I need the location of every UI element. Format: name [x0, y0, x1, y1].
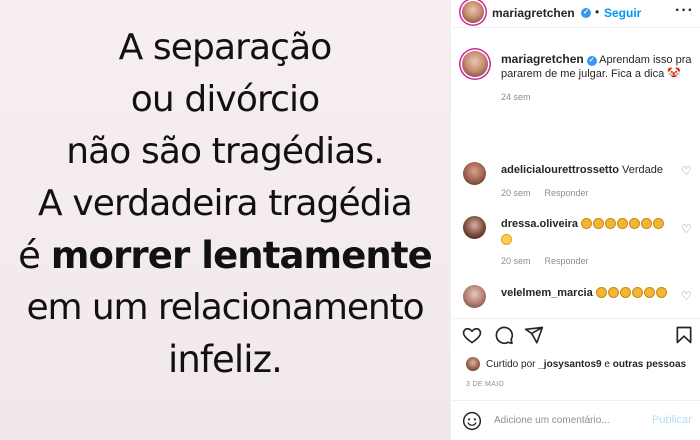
comment-like-icon[interactable]: ♡: [681, 222, 692, 236]
post-side-panel: mariagretchen ✓ • Seguir ··· mariagretch…: [452, 0, 700, 440]
comment-time[interactable]: 20 sem: [501, 188, 531, 198]
liker-avatar[interactable]: [466, 357, 480, 371]
post-date[interactable]: 3 DE MAIO: [466, 381, 504, 388]
comment-time[interactable]: 20 sem: [501, 256, 531, 266]
likes-others-link[interactable]: outras pessoas: [613, 359, 686, 370]
post-header: mariagretchen ✓ • Seguir ···: [452, 0, 700, 28]
quote-emphasis: morrer lentamente: [50, 234, 433, 277]
bookmark-icon[interactable]: [674, 325, 694, 345]
author-username[interactable]: mariagretchen: [492, 6, 575, 20]
comment-input[interactable]: [494, 411, 644, 429]
more-options-button[interactable]: ···: [675, 2, 694, 20]
reply-button[interactable]: Responder: [545, 188, 589, 198]
emoji-icon[interactable]: [462, 411, 482, 431]
smile-emoji: [501, 234, 512, 245]
commenter-avatar[interactable]: [463, 162, 486, 185]
comment-text: Verdade: [622, 164, 664, 176]
clap-emojis: [581, 218, 665, 230]
caption-time[interactable]: 24 sem: [501, 92, 531, 102]
comment-line: velelmem_marcia: [501, 287, 668, 299]
caption-body: mariagretchen ✓ Aprendam isso pra pararem…: [501, 52, 696, 81]
quote-line: ou divórcio: [130, 79, 320, 120]
caption-avatar[interactable]: [462, 51, 488, 77]
author-avatar[interactable]: [462, 1, 484, 23]
comment-line: dressa.oliveira: [501, 218, 665, 230]
clap-emojis: [595, 287, 668, 299]
likes-text: Curtido por _josysantos9 e outras pessoa…: [486, 359, 686, 370]
comment-username[interactable]: adelicialourettrossetto: [501, 164, 619, 176]
liker-username[interactable]: _josysantos9: [538, 359, 601, 370]
caption-username[interactable]: mariagretchen: [501, 52, 584, 66]
quote-line: é morrer lentamente: [0, 230, 450, 282]
comment-icon[interactable]: [494, 325, 514, 345]
quote-line: infeliz.: [167, 338, 283, 381]
quote-line: A separação: [118, 27, 333, 68]
comment-like-icon[interactable]: ♡: [681, 164, 692, 178]
quote-line: em um relacionamento: [26, 287, 424, 328]
comment-line: adelicialourettrossetto Verdade: [501, 164, 663, 176]
likes-prefix: Curtido por: [486, 359, 539, 370]
follow-button[interactable]: Seguir: [604, 6, 641, 20]
comment-meta: 20 sem Responder: [501, 188, 589, 198]
comment-like-icon[interactable]: ♡: [681, 289, 692, 303]
comment-item: adelicialourettrossetto Verdade 20 sem Re…: [452, 160, 700, 205]
likes-suffix: e: [601, 359, 613, 370]
reply-button[interactable]: Responder: [545, 256, 589, 266]
quote-line: não são tragédias.: [66, 131, 384, 172]
post-image[interactable]: A separação ou divórcio não são tragédia…: [0, 0, 451, 440]
verified-icon: ✓: [581, 8, 591, 18]
comment-username[interactable]: velelmem_marcia: [501, 287, 593, 299]
action-bar: [452, 318, 700, 350]
share-icon[interactable]: [524, 325, 544, 345]
quote-line: A verdadeira tragédia: [38, 183, 413, 224]
quote-text: A separação ou divórcio não são tragédia…: [0, 22, 450, 386]
publish-button[interactable]: Publicar: [652, 414, 692, 426]
comment-meta: 20 sem Responder: [501, 256, 589, 266]
likes-summary: Curtido por _josysantos9 e outras pessoa…: [452, 356, 700, 374]
separator-dot: •: [595, 5, 600, 19]
heart-icon[interactable]: [462, 325, 482, 345]
verified-icon: ✓: [586, 56, 597, 66]
add-comment-bar: Publicar: [452, 400, 700, 440]
quote-line-part: é: [18, 234, 51, 277]
comment-username[interactable]: dressa.oliveira: [501, 218, 578, 230]
comment-emoji: [501, 234, 512, 246]
commenter-avatar[interactable]: [463, 216, 486, 239]
commenter-avatar[interactable]: [463, 285, 486, 308]
comment-item: dressa.oliveira 20 sem Responder ♡: [452, 214, 700, 266]
